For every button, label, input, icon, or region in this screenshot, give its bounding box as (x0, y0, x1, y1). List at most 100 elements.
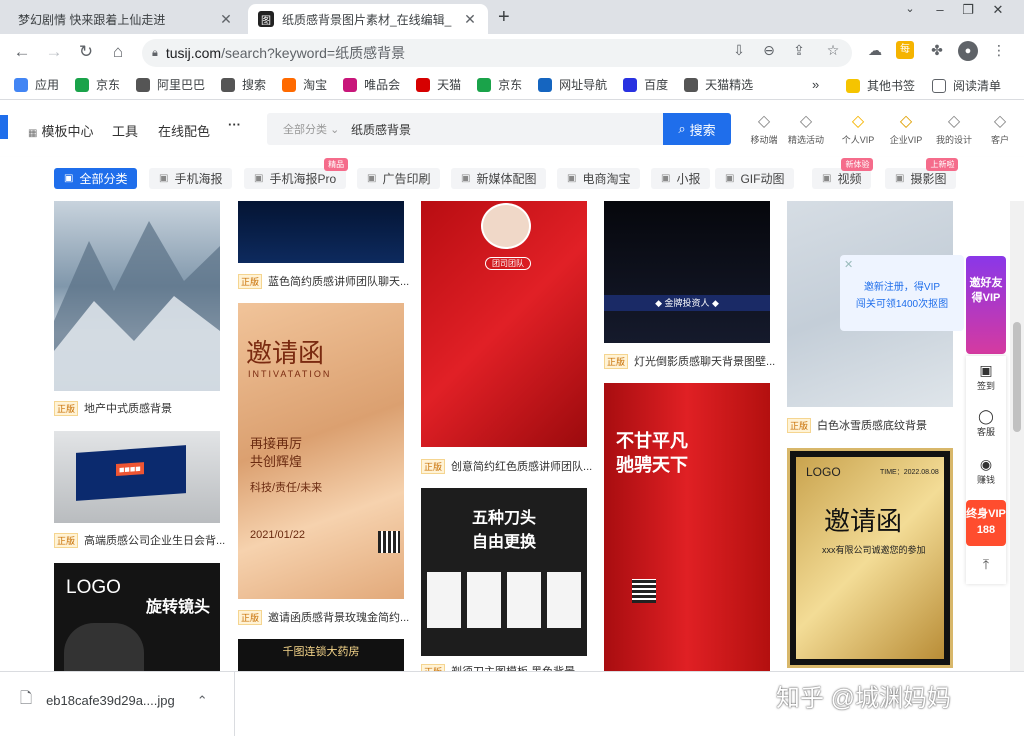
category-button[interactable]: ▣ 新媒体配图 (451, 168, 547, 189)
minimize-icon[interactable]: – (926, 2, 954, 22)
scrollbar-thumb[interactable] (1013, 322, 1021, 432)
nav-colors[interactable]: 在线配色 (158, 121, 210, 140)
reload-icon[interactable]: ↻ (76, 42, 96, 62)
chevron-up-icon[interactable]: ⌃ (197, 693, 208, 709)
search-button[interactable]: ⌕ 搜索 (663, 113, 731, 145)
apps-icon (14, 77, 28, 92)
result-card-blue[interactable] (238, 201, 404, 263)
bookmark-item[interactable]: 淘宝 (282, 76, 327, 93)
menu-kebab-icon[interactable]: ⋮ (990, 42, 1008, 59)
nav-more[interactable]: ··· (228, 117, 241, 132)
card-caption[interactable]: 正版剃须刀主图模板 黑色背景 (421, 663, 575, 671)
share-icon[interactable]: ⇪ (790, 42, 808, 59)
result-card-camera[interactable]: LOGO 旋转镜头 (54, 563, 220, 671)
bookmark-item[interactable]: 天猫 (416, 76, 461, 93)
bookmark-reading-list[interactable]: 阅读清单 (932, 77, 1001, 94)
result-card-razor[interactable]: 五种刀头 自由更换 (421, 488, 587, 656)
restore-icon[interactable]: ❐ (954, 2, 982, 22)
header-link[interactable]: ◇ 我的设计 (934, 111, 974, 146)
bookmarks-overflow-icon[interactable]: » (812, 77, 819, 92)
tab-inactive[interactable]: 梦幻剧情 快来跟着上仙走进 ✕ (8, 4, 244, 34)
invite-promo-popup[interactable]: ✕ 邀新注册，得VIP 闯关可领1400次抠图 (840, 255, 964, 331)
search-category-select[interactable]: 全部分类 ⌄ (267, 121, 351, 137)
bookmark-item[interactable]: 唯品会 (343, 76, 400, 93)
result-card-slogan[interactable]: 不甘平凡 驰骋天下 (604, 383, 770, 671)
category-button[interactable]: ▣ 广告印刷 (357, 168, 441, 189)
search-input[interactable]: 纸质感背景 (351, 121, 663, 138)
result-card-pharmacy[interactable]: 千图连锁大药房 (238, 639, 404, 671)
category-button[interactable]: ▣ 视频 新体验 (812, 158, 874, 189)
category-badge: 精品 (324, 158, 349, 171)
category-button[interactable]: ▣ 手机海报 (149, 168, 233, 189)
close-tab-icon[interactable]: ✕ (462, 11, 478, 28)
result-card-mountain[interactable] (54, 201, 220, 391)
tab-search-icon[interactable]: ⌄ (896, 2, 924, 22)
result-card-light[interactable]: ◆ 金牌投资人 ◆ (604, 201, 770, 343)
right-float-sidebar: 邀好友得VIP ▣ 签到 ◯ 客服 ◉ 赚钱 终身VIP 188 ⤒ (966, 256, 1006, 596)
puzzle-icon[interactable]: ✤ (928, 42, 946, 59)
bookmark-item[interactable]: 网址导航 (538, 76, 607, 93)
card-caption[interactable]: 正版 灯光倒影质感聊天背景图壁... (604, 353, 775, 369)
header-link[interactable]: ◇ 客户 (980, 111, 1020, 146)
tools-icon: ◇ (947, 113, 961, 130)
header-link[interactable]: ◇ 精选活动 (786, 111, 826, 146)
bookmark-item[interactable]: 应用 (14, 76, 59, 93)
extension-cloud-icon[interactable]: ☁ (866, 42, 884, 59)
download-item[interactable]: 🗋︎ eb18cafe39d29a....jpg ⌃ (20, 688, 208, 713)
close-window-icon[interactable]: ✕ (984, 2, 1012, 22)
category-button[interactable]: ▣ GIF动图 (715, 168, 795, 189)
sidebar-earn[interactable]: ◉ 赚钱 (966, 456, 1006, 486)
search-box: 全部分类 ⌄ 纸质感背景 ⌕ 搜索 (267, 113, 731, 145)
category-bar: ▣ 全部分类 ▣ 手机海报 ▣ 手机海报Pro 精品 ▣ 广告印刷 ▣ 新媒体配图 ▣ 电商淘宝 ▣ 小报 ▣… (0, 157, 1024, 201)
category-button[interactable]: ▣ 手机海报Pro 精品 (244, 158, 349, 189)
install-icon[interactable]: ⇩ (730, 42, 748, 59)
forward-icon[interactable]: → (44, 42, 64, 62)
nav-tools[interactable]: 工具 (112, 121, 138, 140)
category-button[interactable]: ▣ 全部分类 (54, 168, 138, 189)
page-scrollbar[interactable] (1010, 201, 1024, 671)
home-icon[interactable]: ⌂ (108, 42, 128, 62)
result-card-red-team[interactable]: 团司团队 (421, 201, 587, 447)
close-tab-icon[interactable]: ✕ (218, 11, 234, 28)
header-link[interactable]: ◇ 个人VIP (838, 111, 878, 146)
close-icon[interactable]: ✕ (844, 257, 853, 274)
lifetime-vip-button[interactable]: 终身VIP 188 (966, 500, 1006, 546)
sidebar-service[interactable]: ◯ 客服 (966, 408, 1006, 438)
new-tab-icon[interactable]: + (498, 6, 510, 29)
category-icon: ▣ (461, 173, 471, 184)
header-link[interactable]: ◇ 移动端 (744, 111, 784, 146)
bookmark-star-icon[interactable]: ☆ (824, 42, 842, 59)
profile-avatar-icon[interactable]: ● (958, 41, 978, 61)
tab-active[interactable]: 图 纸质感背景图片素材_在线编辑_ ✕ (248, 4, 488, 34)
site-logo[interactable] (0, 115, 8, 139)
portrait-image (481, 203, 531, 249)
bookmark-item[interactable]: 搜索 (221, 76, 266, 93)
header-link[interactable]: ◇ 企业VIP (886, 111, 926, 146)
bookmark-item[interactable]: 阿里巴巴 (136, 76, 205, 93)
card-caption[interactable]: 正版 高端质感公司企业生日会背... (54, 532, 225, 548)
card-caption[interactable]: 正版 蓝色简约质感讲师团队聊天... (238, 273, 409, 289)
nav-templates[interactable]: ▦ 模板中心 (28, 121, 93, 140)
sidebar-signin[interactable]: ▣ 签到 (966, 362, 1006, 392)
category-button[interactable]: ▣ 摄影图 上新啦 (885, 158, 959, 189)
result-card-invitation[interactable]: 邀请函 INTIVATATION 再接再厉 共创辉煌 科技/责任/未来 2021… (238, 303, 404, 599)
card-caption[interactable]: 正版 创意简约红色质感讲师团队... (421, 458, 592, 474)
extension-dollar-icon[interactable]: 每 (896, 41, 914, 59)
bookmark-item[interactable]: 京东 (477, 76, 522, 93)
bookmark-folder-other[interactable]: 其他书签 (846, 77, 915, 94)
back-to-top-icon[interactable]: ⤒ (966, 556, 1006, 573)
back-icon[interactable]: ← (12, 42, 32, 62)
bookmark-item[interactable]: 百度 (623, 76, 668, 93)
bookmark-item[interactable]: 天猫精选 (684, 76, 753, 93)
result-card-gold-invite[interactable]: LOGO TIME：2022.08.08 邀请函 xxx有限公司诚邀您的参加 (787, 448, 953, 668)
result-card-birthday[interactable]: ■■■■ (54, 431, 220, 523)
card-caption[interactable]: 正版 邀请函质感背景玫瑰金简约... (238, 609, 409, 625)
category-button[interactable]: ▣ 小报 (651, 168, 711, 189)
bookmark-item[interactable]: 京东 (75, 76, 120, 93)
zoom-icon[interactable]: ⊖ (760, 42, 778, 59)
category-icon: ▣ (159, 173, 169, 184)
card-caption[interactable]: 正版 地产中式质感背景 (54, 400, 172, 416)
card-caption[interactable]: 正版 白色冰雪质感底纹背景 (787, 417, 927, 433)
category-button[interactable]: ▣ 电商淘宝 (557, 168, 641, 189)
invite-vip-button[interactable]: 邀好友得VIP (966, 256, 1006, 354)
